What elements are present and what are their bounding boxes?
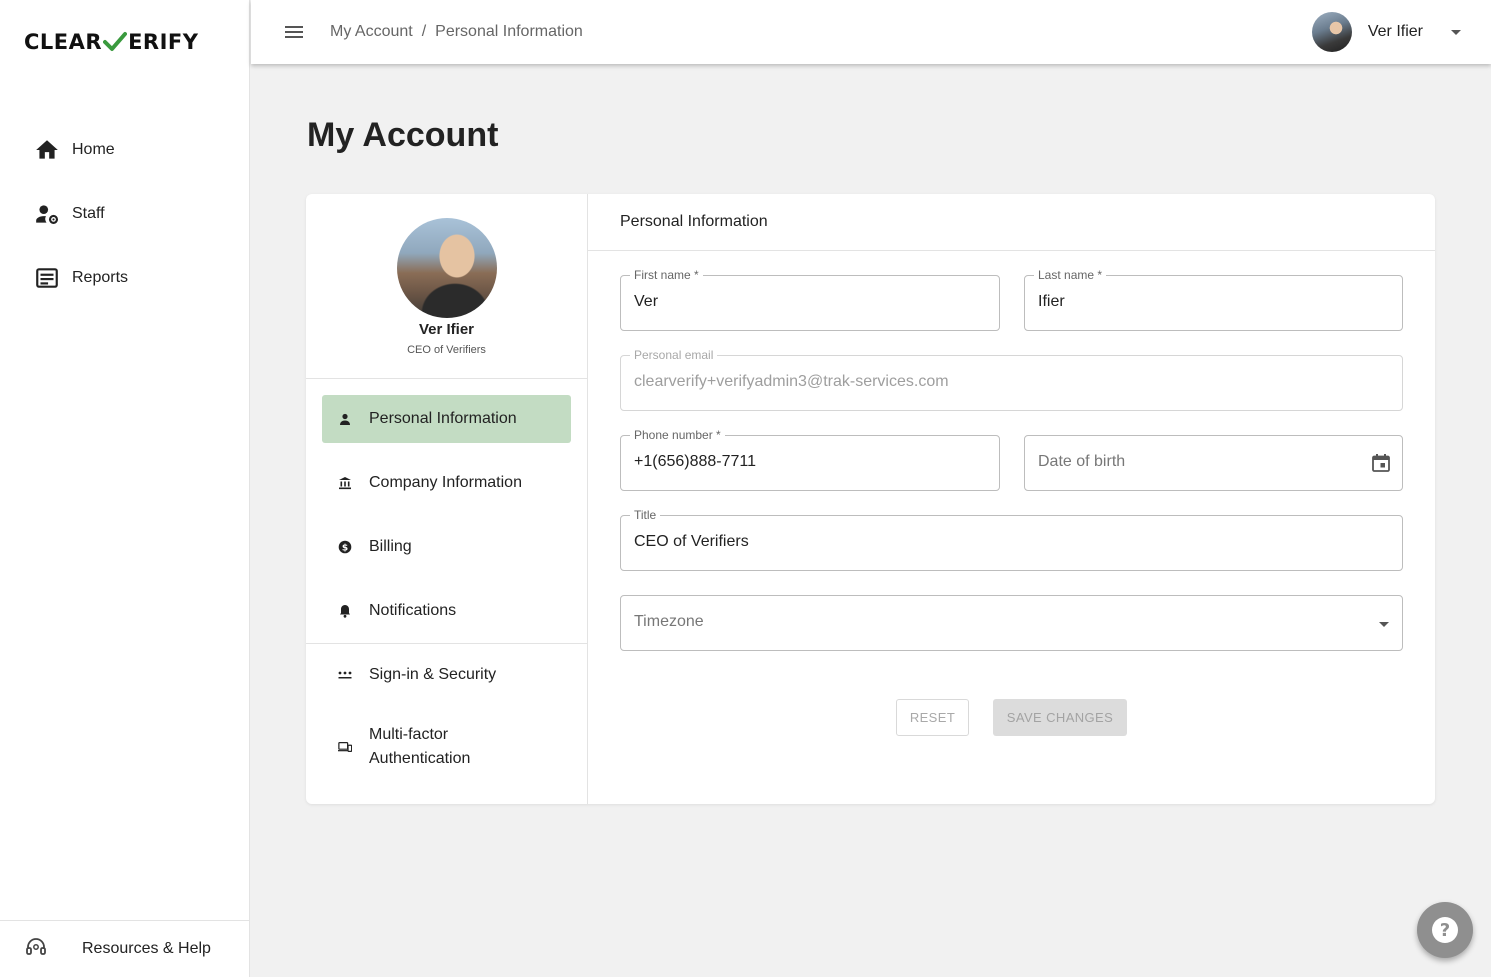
page-title: My Account [307,116,499,154]
menu-item-label: Sign-in & Security [369,666,497,683]
svg-text:?: ? [1440,920,1450,941]
menu-divider [306,643,587,644]
sidebar-item-home[interactable]: Home [0,118,250,182]
user-menu[interactable]: Ver Ifier [1311,12,1461,52]
last-name-label: Last name * [1034,268,1107,282]
headset-icon [24,935,48,964]
checkmark-icon [103,32,128,51]
personal-email-value: clearverify+verifyadmin3@trak-services.c… [634,373,949,390]
profile-name: Ver Ifier [418,321,475,338]
sidebar-nav: Home Staff Reports [0,118,250,310]
sidebar: CLEAR ERIFY Home Staff Reports Resources… [0,0,250,977]
title-value: CEO of Verifiers [634,533,749,550]
hamburger-icon [285,26,303,38]
personal-email-label: Personal email [630,348,718,362]
menu-item-personal-information[interactable]: Personal Information [322,395,571,443]
security-menu: Sign-in & Security Multi-factor Authenti… [306,651,587,795]
phone-number-field[interactable]: Phone number * +1(656)888-7711 [620,428,1000,491]
menu-item-multi-factor-authentication[interactable]: Multi-factor Authentication [322,715,571,779]
breadcrumb-separator: / [421,23,427,40]
menu-item-label: Company Information [369,474,522,491]
first-name-field[interactable]: First name * Ver [620,268,1000,331]
avatar [1311,12,1352,52]
date-of-birth-placeholder: Date of birth [1038,453,1126,470]
hamburger-menu-button[interactable] [272,10,316,54]
section-title: Personal Information [588,194,1435,251]
password-icon [338,668,352,682]
user-name: Ver Ifier [1367,23,1423,40]
breadcrumb-personal-information: Personal Information [435,23,583,40]
sidebar-item-staff[interactable]: Staff [0,182,250,246]
sidebar-item-label: Staff [72,205,105,222]
question-icon: ? [1432,917,1458,943]
title-label: Title [630,508,661,522]
menu-item-company-information[interactable]: Company Information [322,459,571,507]
staff-settings-icon [34,201,60,227]
phone-number-label: Phone number * [630,428,725,442]
account-menu-panel: Ver Ifier CEO of Verifiers Personal Info… [306,194,588,804]
breadcrumb: My Account / Personal Information [330,23,583,41]
resources-help-label: Resources & Help [82,940,211,957]
menu-item-label: Multi-factor Authentication [369,726,471,767]
save-changes-button[interactable]: SAVE CHANGES [993,699,1127,736]
help-button[interactable]: ? [1417,902,1473,958]
menu-item-sign-in-security[interactable]: Sign-in & Security [322,651,571,699]
phone-number-value: +1(656)888-7711 [634,453,757,470]
home-icon [34,137,60,163]
last-name-value: Ifier [1038,293,1065,310]
timezone-select[interactable]: Timezone [620,595,1403,651]
date-of-birth-field[interactable]: Date of birth [1024,435,1403,491]
calendar-icon[interactable] [1370,452,1392,474]
sidebar-item-label: Home [72,141,115,158]
profile-avatar [397,218,497,318]
reports-icon [34,265,60,291]
menu-item-label: Notifications [369,602,457,619]
person-icon [338,412,352,426]
sidebar-item-label: Reports [72,269,129,286]
breadcrumb-my-account[interactable]: My Account [330,23,413,41]
bell-icon [338,604,352,618]
devices-icon [338,740,352,754]
title-field[interactable]: Title CEO of Verifiers [620,508,1403,571]
first-name-label: First name * [630,268,703,282]
first-name-value: Ver [634,293,659,310]
bank-icon [338,476,352,490]
clearverify-logo[interactable]: CLEAR ERIFY [24,30,198,54]
account-card: Ver Ifier CEO of Verifiers Personal Info… [306,194,1435,804]
svg-text:$: $ [342,543,348,553]
profile-title: CEO of Verifiers [407,344,486,356]
reset-button[interactable]: RESET [896,699,969,736]
profile-summary: Ver Ifier CEO of Verifiers [306,194,587,379]
logo-text-right: ERIFY [128,30,199,54]
dollar-icon: $ [338,540,352,554]
sidebar-item-reports[interactable]: Reports [0,246,250,310]
menu-item-notifications[interactable]: Notifications [322,587,571,635]
menu-item-billing[interactable]: $ Billing [322,523,571,571]
personal-email-field: Personal email clearverify+verifyadmin3@… [620,348,1403,411]
personal-information-panel: Personal Information First name * Ver La… [588,194,1435,804]
timezone-placeholder: Timezone [634,613,704,630]
chevron-down-icon [1379,622,1389,627]
menu-item-label: Personal Information [369,410,517,427]
last-name-field[interactable]: Last name * Ifier [1024,268,1403,331]
chevron-down-icon [1451,29,1461,35]
topbar: My Account / Personal Information Ver If… [251,0,1491,64]
logo-text-left: CLEAR [24,30,103,54]
menu-item-label: Billing [369,538,412,555]
resources-help-link[interactable]: Resources & Help [0,920,250,977]
account-menu: Personal Information Company Information… [306,395,587,651]
